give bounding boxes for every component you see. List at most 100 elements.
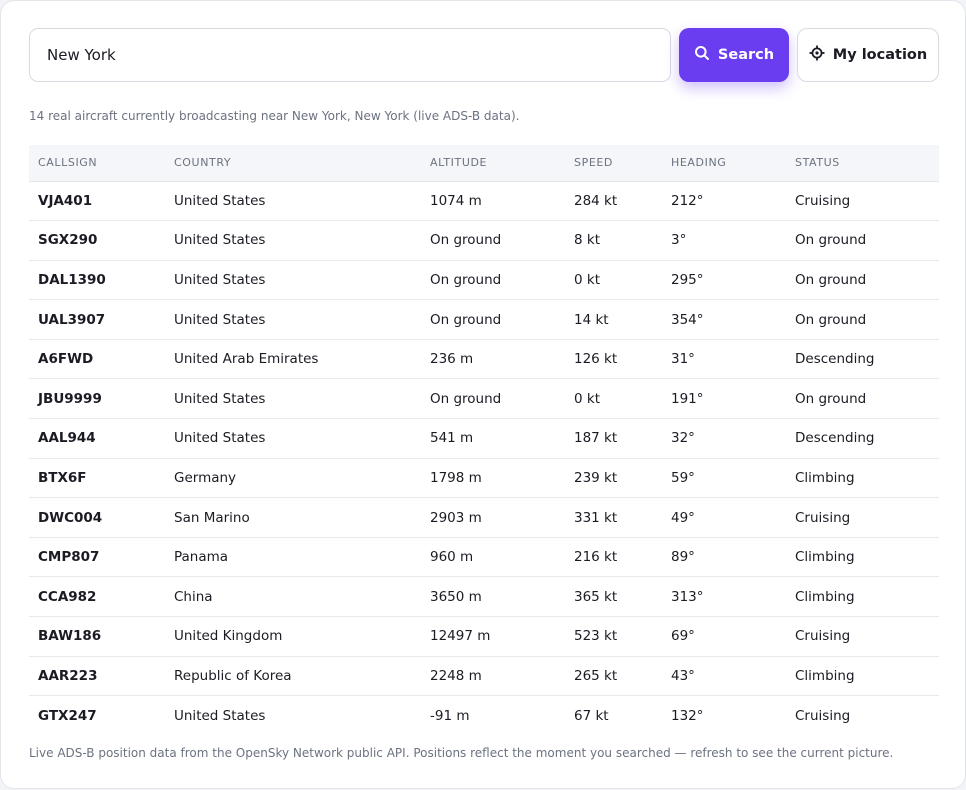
callsign-cell: GTX247 bbox=[38, 707, 97, 724]
column-header-speed: SPEED bbox=[565, 145, 662, 182]
heading-cell: 43° bbox=[662, 656, 786, 697]
status-cell: On ground bbox=[786, 378, 939, 420]
search-bar: Search My location bbox=[29, 28, 939, 82]
country-cell: Panama bbox=[165, 537, 421, 578]
table-header-row: CALLSIGN COUNTRY ALTITUDE SPEED HEADING … bbox=[29, 145, 939, 182]
callsign-cell: BAW186 bbox=[29, 616, 165, 657]
status-cell: Cruising bbox=[795, 707, 851, 724]
callsign-cell: BTX6F bbox=[29, 458, 165, 499]
country-cell: United States bbox=[165, 181, 421, 222]
speed-cell: 265 kt bbox=[565, 656, 662, 697]
results-summary: 14 real aircraft currently broadcasting … bbox=[29, 109, 520, 123]
country-cell: United Arab Emirates bbox=[165, 339, 421, 380]
altitude-cell: 3650 m bbox=[421, 576, 565, 618]
table-row: BTX6F Germany 1798 m 239 kt 59° Climbing bbox=[29, 458, 939, 499]
column-header-country: COUNTRY bbox=[165, 145, 421, 182]
table-row: DAL1390 United States On ground 0 kt 295° On … bbox=[29, 260, 939, 301]
location-search-input[interactable] bbox=[29, 28, 671, 82]
country-cell: Germany bbox=[165, 458, 421, 499]
speed-cell: 239 kt bbox=[565, 458, 662, 499]
callsign-cell: DWC004 bbox=[29, 497, 165, 538]
altitude-cell: 960 m bbox=[421, 537, 565, 578]
column-header-callsign: CALLSIGN bbox=[29, 145, 165, 182]
table-row: AAL944 United States 541 m 187 kt 32° Descend… bbox=[29, 418, 939, 459]
table-row: GTX247 United States -91 m 67 kt 132° Cruisin… bbox=[29, 696, 939, 736]
my-location-button-label: My location bbox=[832, 47, 928, 63]
status-cell: On ground bbox=[786, 260, 939, 301]
altitude-cell: 541 m bbox=[421, 418, 565, 459]
altitude-cell: 1074 m bbox=[421, 181, 565, 222]
aircraft-table: CALLSIGN COUNTRY ALTITUDE SPEED HEADING … bbox=[29, 145, 939, 735]
callsign-cell: AAL944 bbox=[29, 418, 165, 459]
altitude-cell: 236 m bbox=[421, 339, 565, 380]
callsign-cell: AAR223 bbox=[29, 656, 165, 697]
status-cell: Descending bbox=[786, 418, 939, 459]
heading-cell: 132° bbox=[671, 707, 704, 724]
country-cell: China bbox=[165, 576, 421, 618]
table-header: CALLSIGN COUNTRY ALTITUDE SPEED HEADING … bbox=[29, 145, 939, 182]
country-cell: United States bbox=[165, 418, 421, 459]
search-button-label: Search bbox=[717, 47, 775, 63]
table-row: CMP807 Panama 960 m 216 kt 89° Climbing bbox=[29, 537, 939, 578]
callsign-cell: JBU9999 bbox=[29, 378, 165, 420]
search-icon bbox=[694, 45, 718, 65]
status-cell: Cruising bbox=[786, 616, 939, 657]
status-cell: Climbing bbox=[786, 656, 939, 697]
callsign-cell: VJA401 bbox=[29, 181, 165, 222]
data-source-footnote: Live ADS-B position data from the OpenSk… bbox=[29, 746, 894, 760]
country-cell: United States bbox=[165, 299, 421, 340]
search-button[interactable]: Search bbox=[679, 28, 789, 82]
heading-cell: 354° bbox=[662, 299, 786, 340]
table-row: UAL3907 United States On ground 14 kt 354° On… bbox=[29, 299, 939, 340]
speed-cell: 8 kt bbox=[565, 220, 662, 261]
table-row: CCA982 China 3650 m 365 kt 313° Climbing bbox=[29, 576, 939, 618]
altitude-cell: On ground bbox=[421, 260, 565, 301]
country-cell: Republic of Korea bbox=[165, 656, 421, 697]
heading-cell: 191° bbox=[662, 378, 786, 420]
altitude-cell: On ground bbox=[421, 299, 565, 340]
flight-tracker-card: Search My location 14 real aircraft curr… bbox=[0, 0, 966, 789]
status-cell: Descending bbox=[786, 339, 939, 380]
status-cell: Cruising bbox=[786, 497, 939, 538]
heading-cell: 313° bbox=[662, 576, 786, 618]
altitude-cell: 12497 m bbox=[421, 616, 565, 657]
heading-cell: 212° bbox=[662, 181, 786, 222]
status-cell: Climbing bbox=[786, 458, 939, 499]
speed-cell: 126 kt bbox=[565, 339, 662, 380]
country-cell: San Marino bbox=[165, 497, 421, 538]
table-row: BAW186 United Kingdom 12497 m 523 kt 69° Crui… bbox=[29, 616, 939, 657]
callsign-cell: CMP807 bbox=[29, 537, 165, 578]
my-location-button[interactable]: My location bbox=[797, 28, 939, 82]
column-header-status: STATUS bbox=[786, 145, 939, 182]
altitude-cell: -91 m bbox=[430, 707, 470, 724]
speed-cell: 67 kt bbox=[574, 707, 609, 724]
table-row: A6FWD United Arab Emirates 236 m 126 kt 31° D… bbox=[29, 339, 939, 380]
altitude-cell: 1798 m bbox=[421, 458, 565, 499]
altitude-cell: 2248 m bbox=[421, 656, 565, 697]
crosshair-icon bbox=[809, 45, 833, 65]
country-cell: United States bbox=[165, 220, 421, 261]
table-row: VJA401 United States 1074 m 284 kt 212° Cruis… bbox=[29, 181, 939, 222]
callsign-cell: CCA982 bbox=[29, 576, 165, 618]
speed-cell: 331 kt bbox=[565, 497, 662, 538]
table-row: JBU9999 United States On ground 0 kt 191° On … bbox=[29, 378, 939, 420]
status-cell: On ground bbox=[786, 299, 939, 340]
status-cell: Cruising bbox=[786, 181, 939, 222]
speed-cell: 284 kt bbox=[565, 181, 662, 222]
heading-cell: 32° bbox=[662, 418, 786, 459]
table-body: VJA401 United States 1074 m 284 kt 212° Cruis… bbox=[29, 181, 939, 735]
table-row: AAR223 Republic of Korea 2248 m 265 kt 43° Cl… bbox=[29, 656, 939, 697]
status-cell: On ground bbox=[786, 220, 939, 261]
heading-cell: 89° bbox=[662, 537, 786, 578]
heading-cell: 49° bbox=[662, 497, 786, 538]
speed-cell: 216 kt bbox=[565, 537, 662, 578]
callsign-cell: SGX290 bbox=[29, 220, 165, 261]
heading-cell: 3° bbox=[662, 220, 786, 261]
callsign-cell: A6FWD bbox=[29, 339, 165, 380]
country-cell: United States bbox=[174, 707, 266, 724]
table-row: DWC004 San Marino 2903 m 331 kt 49° Cruising bbox=[29, 497, 939, 538]
speed-cell: 365 kt bbox=[565, 576, 662, 618]
heading-cell: 295° bbox=[662, 260, 786, 301]
speed-cell: 14 kt bbox=[565, 299, 662, 340]
column-header-altitude: ALTITUDE bbox=[421, 145, 565, 182]
